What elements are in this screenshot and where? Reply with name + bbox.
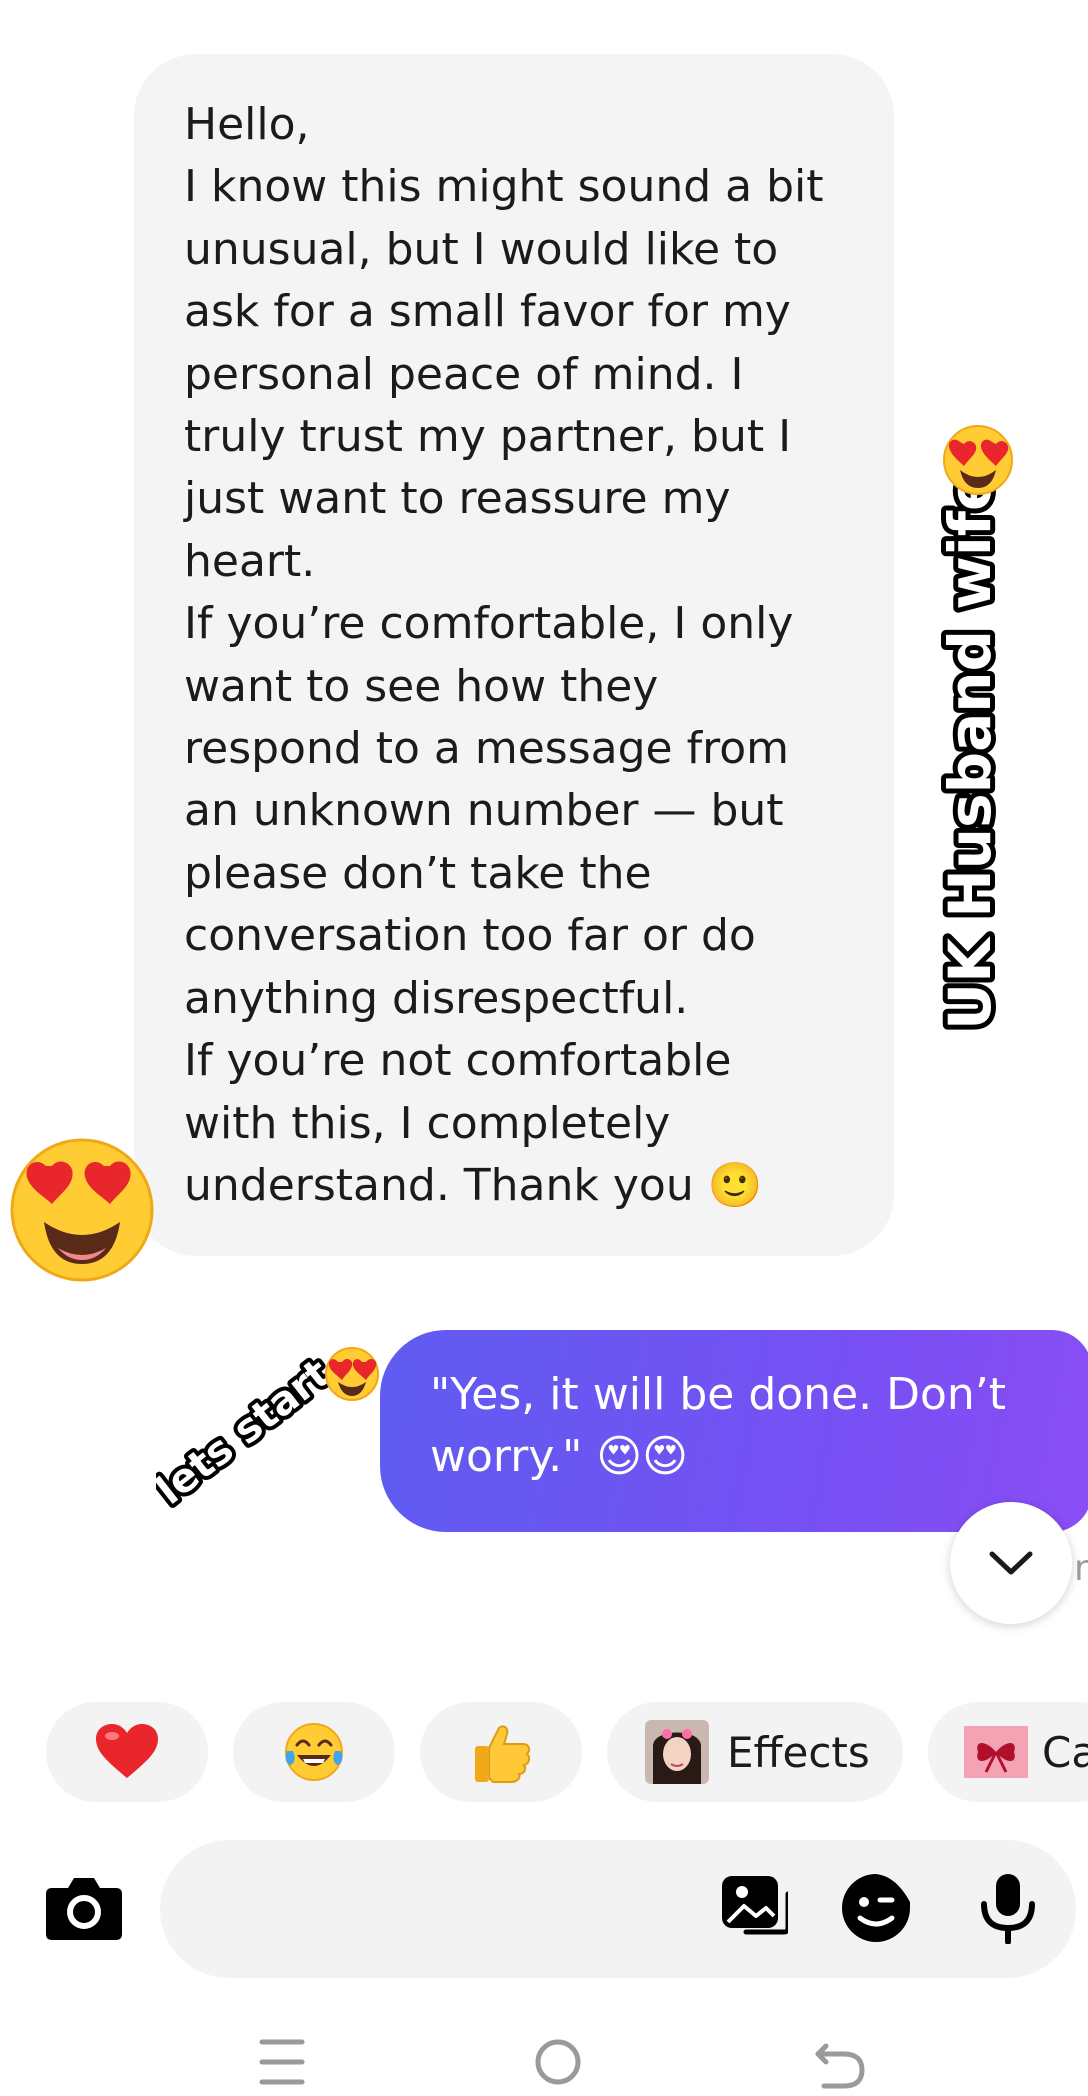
message-line: worry." 😍😍 <box>430 1431 689 1482</box>
message-line: If you’re comfortable, I only <box>184 598 794 650</box>
message-line: ask for a small favor for my <box>184 286 791 338</box>
message-composer[interactable] <box>160 1840 1076 1978</box>
message-line: truly trust my partner, but I <box>184 411 792 463</box>
sticker-text: lets start <box>156 1351 339 1514</box>
back-icon[interactable] <box>810 2032 870 2092</box>
sticker-icon[interactable] <box>840 1872 912 1944</box>
thumbs-up-icon <box>475 1725 531 1783</box>
outgoing-message-bubble[interactable]: "Yes, it will be done. Don’t worry." 😍😍 <box>380 1330 1088 1532</box>
message-line: just want to reassure my <box>184 473 731 525</box>
effects-avatar-icon <box>645 1720 709 1784</box>
message-line: heart. <box>184 535 316 587</box>
quick-reaction-thumbs-up[interactable] <box>420 1702 582 1802</box>
message-line: Hello, <box>184 99 310 150</box>
heart-eyes-reaction-icon[interactable] <box>8 1136 156 1284</box>
quick-reaction-laugh[interactable] <box>233 1702 395 1802</box>
message-line: conversation too far or do <box>184 910 756 962</box>
message-line: anything disrespectful. <box>184 972 689 1024</box>
message-line: understand. Thank you 🙂 <box>184 1159 763 1211</box>
card-label: Ca <box>1042 1727 1088 1777</box>
quick-reaction-heart[interactable] <box>46 1702 208 1802</box>
message-line: personal peace of mind. I <box>184 348 744 400</box>
message-line: "Yes, it will be done. Don’t <box>430 1369 1007 1420</box>
gift-ribbon-icon <box>964 1726 1028 1778</box>
message-line: want to see how they <box>184 660 659 712</box>
tears-of-joy-icon <box>285 1723 343 1781</box>
message-line: with this, I completely <box>184 1097 671 1149</box>
incoming-message-bubble[interactable]: Hello, I know this might sound a bit unu… <box>134 54 894 1256</box>
message-line: unusual, but I would like to <box>184 223 779 275</box>
chevron-down-icon <box>989 1551 1033 1575</box>
lets-start-sticker: lets start <box>156 1347 379 1518</box>
message-line: please don’t take the <box>184 847 652 899</box>
camera-icon[interactable] <box>44 1874 124 1942</box>
message-line: an unknown number — but <box>184 785 784 837</box>
quick-reaction-effects[interactable]: Effects <box>607 1702 903 1802</box>
home-icon[interactable] <box>528 2032 588 2092</box>
system-nav-bar <box>0 2020 1088 2096</box>
scroll-to-bottom-button[interactable] <box>950 1502 1072 1624</box>
message-line: If you’re not comfortable <box>184 1035 732 1087</box>
recent-apps-icon[interactable] <box>252 2032 312 2092</box>
vertical-caption-overlay: UK Husband wife <box>931 425 1013 1035</box>
mic-icon[interactable] <box>972 1872 1044 1944</box>
clipped-text: n <box>1074 1548 1088 1589</box>
vertical-caption-text: UK Husband wife <box>936 472 1004 1030</box>
quick-reaction-card[interactable]: Ca <box>928 1702 1088 1802</box>
chat-screen: Hello, I know this might sound a bit unu… <box>0 0 1088 2096</box>
message-line: respond to a message from <box>184 723 789 775</box>
effects-label: Effects <box>727 1727 870 1777</box>
message-line: I know this might sound a bit <box>184 161 824 213</box>
heart-icon <box>96 1724 158 1778</box>
gallery-icon[interactable] <box>716 1872 788 1944</box>
